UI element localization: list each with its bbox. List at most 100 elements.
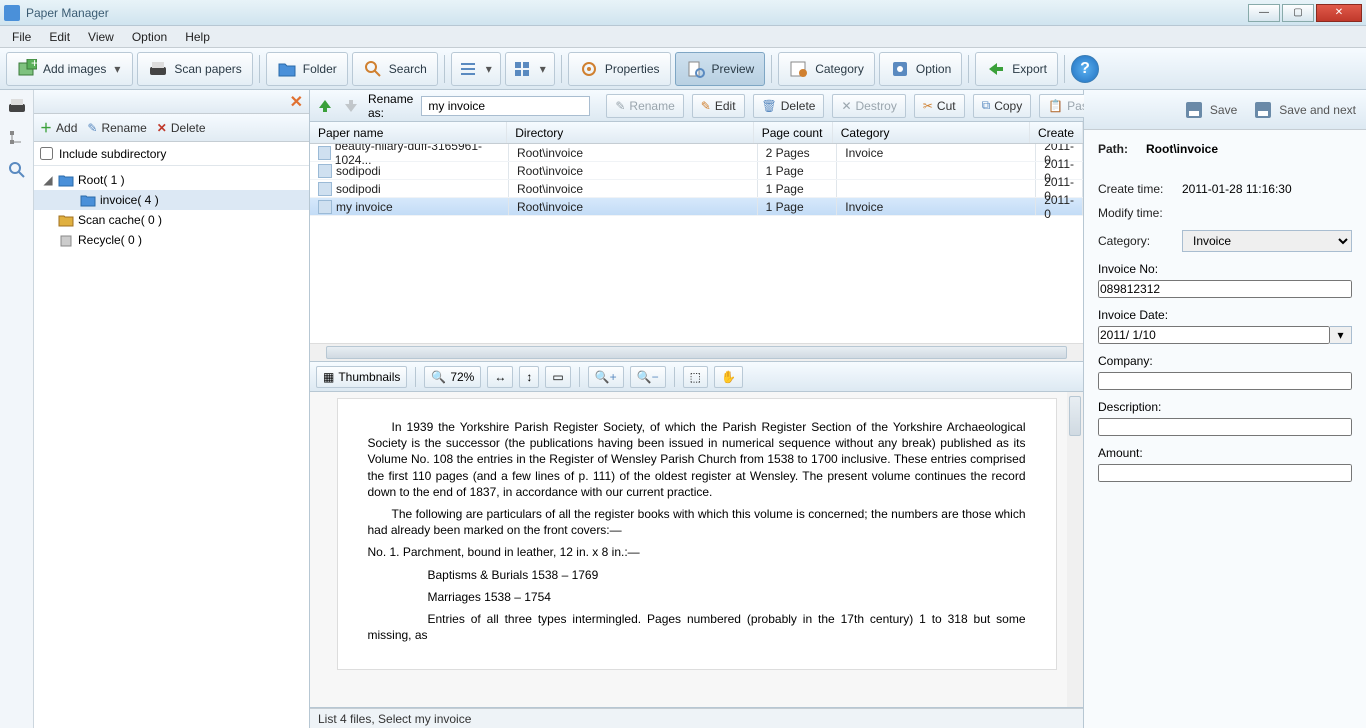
menu-help[interactable]: Help	[177, 28, 218, 46]
rename-folder-button[interactable]: ✎Rename	[87, 121, 146, 135]
maximize-button[interactable]: ▢	[1282, 4, 1314, 22]
list-view-button[interactable]: ▾	[451, 52, 501, 86]
close-panel-icon[interactable]: ✕	[290, 92, 303, 112]
down-arrow-icon[interactable]	[342, 97, 360, 115]
category-label: Category:	[1098, 234, 1174, 248]
tree-rail-icon[interactable]	[7, 128, 27, 148]
preview-button[interactable]: Preview	[675, 52, 766, 86]
delete-button[interactable]: 🗑Delete	[753, 94, 825, 118]
fit-page-button[interactable]: ▭	[545, 366, 570, 388]
add-folder-button[interactable]: ＋Add	[40, 119, 77, 136]
scanner-rail-icon[interactable]	[7, 96, 27, 116]
save-and-next-button[interactable]: Save and next	[1253, 100, 1356, 120]
window-buttons: — ▢ ✕	[1248, 4, 1362, 22]
destroy-button[interactable]: ✕Destroy	[832, 94, 905, 118]
description-row: Description:	[1098, 400, 1352, 436]
preview-paragraph: The following are particulars of all the…	[368, 506, 1026, 538]
search-rail-icon[interactable]	[7, 160, 27, 180]
thumbnails-button[interactable]: ▦Thumbnails	[316, 366, 407, 388]
preview-label: Preview	[712, 62, 755, 76]
rename-as-input[interactable]	[421, 96, 590, 116]
fit-width-button[interactable]: ↔	[487, 366, 513, 388]
rename-button[interactable]: ✎Rename	[606, 94, 683, 118]
invoice-date-input[interactable]	[1098, 326, 1330, 344]
folder-button[interactable]: Folder	[266, 52, 348, 86]
app-window: Paper Manager — ▢ ✕ File Edit View Optio…	[0, 0, 1366, 728]
delete-folder-button[interactable]: ✕Delete	[157, 121, 206, 135]
option-button[interactable]: Option	[879, 52, 962, 86]
help-button[interactable]: ?	[1071, 55, 1099, 83]
menu-option[interactable]: Option	[124, 28, 175, 46]
tree-recycle[interactable]: Recycle( 0 )	[34, 230, 309, 250]
hand-tool-button[interactable]: ✋	[714, 366, 743, 388]
search-button[interactable]: Search	[352, 52, 438, 86]
company-input[interactable]	[1098, 372, 1352, 390]
dropdown-icon[interactable]: ▾	[538, 62, 548, 76]
preview-vscroll[interactable]	[1067, 392, 1083, 707]
tree-invoice[interactable]: invoice( 4 )	[34, 190, 309, 210]
preview-area[interactable]: In 1939 the Yorkshire Parish Register So…	[310, 392, 1083, 708]
copy-button[interactable]: ⧉Copy	[973, 94, 1032, 118]
path-label: Path:	[1098, 142, 1138, 156]
grid-view-button[interactable]: ▾	[505, 52, 555, 86]
app-icon	[4, 5, 20, 21]
doc-icon	[318, 200, 332, 214]
up-arrow-icon[interactable]	[316, 97, 334, 115]
status-text: List 4 files, Select my invoice	[318, 712, 471, 726]
export-icon	[986, 59, 1006, 79]
modify-time-row: Modify time:	[1098, 206, 1352, 220]
thumbnails-icon: ▦	[323, 370, 334, 384]
tree-root[interactable]: ◢Root( 1 )	[34, 170, 309, 190]
zoom-button[interactable]: 🔍72%	[424, 366, 481, 388]
folder-icon	[58, 212, 74, 228]
search-label: Search	[389, 62, 427, 76]
edit-button[interactable]: ✎Edit	[692, 94, 745, 118]
menu-view[interactable]: View	[80, 28, 122, 46]
select-tool-button[interactable]: ⬚	[683, 366, 708, 388]
path-row: Path:Root\invoice	[1098, 142, 1352, 156]
plus-icon: ＋	[40, 119, 52, 136]
include-subdir-checkbox[interactable]	[40, 147, 53, 160]
dropdown-icon[interactable]: ▾	[112, 62, 122, 76]
hand-icon: ✋	[721, 370, 736, 384]
col-paper-name[interactable]: Paper name	[310, 122, 507, 143]
company-label: Company:	[1098, 354, 1352, 368]
left-panel-header: ✕	[34, 90, 309, 114]
minimize-button[interactable]: —	[1248, 4, 1280, 22]
scissors-icon: ✂	[923, 99, 933, 113]
table-row[interactable]: beauty-hilary-duff-3165961-1024...Root\i…	[310, 144, 1083, 162]
col-page-count[interactable]: Page count	[754, 122, 833, 143]
datepicker-icon[interactable]: ▾	[1330, 326, 1352, 344]
save-button[interactable]: Save	[1184, 100, 1237, 120]
description-input[interactable]	[1098, 418, 1352, 436]
tree-scan-cache[interactable]: Scan cache( 0 )	[34, 210, 309, 230]
table-row[interactable]: sodipodiRoot\invoice1 Page2011-0	[310, 180, 1083, 198]
fit-height-button[interactable]: ↕	[519, 366, 539, 388]
export-button[interactable]: Export	[975, 52, 1058, 86]
add-images-button[interactable]: + Add images ▾	[6, 52, 133, 86]
zoom-in-button[interactable]: 🔍+	[588, 366, 624, 388]
invoice-no-input[interactable]	[1098, 280, 1352, 298]
col-create[interactable]: Create	[1030, 122, 1083, 143]
cut-button[interactable]: ✂Cut	[914, 94, 965, 118]
dropdown-icon[interactable]: ▾	[484, 62, 494, 76]
folder-icon	[80, 192, 96, 208]
menu-file[interactable]: File	[4, 28, 39, 46]
grid-hscroll[interactable]	[310, 343, 1083, 361]
zoom-icon: 🔍	[431, 370, 446, 384]
col-category[interactable]: Category	[833, 122, 1030, 143]
properties-button[interactable]: Properties	[568, 52, 671, 86]
menu-edit[interactable]: Edit	[41, 28, 78, 46]
zoom-out-button[interactable]: 🔍−	[630, 366, 666, 388]
category-button[interactable]: Category	[778, 52, 875, 86]
scan-papers-button[interactable]: Scan papers	[137, 52, 252, 86]
menubar: File Edit View Option Help	[0, 26, 1366, 48]
col-directory[interactable]: Directory	[507, 122, 753, 143]
center-pane: Rename as: ✎Rename ✎Edit 🗑Delete ✕Destro…	[310, 90, 1084, 728]
close-button[interactable]: ✕	[1316, 4, 1362, 22]
table-row[interactable]: sodipodiRoot\invoice1 Page2011-0	[310, 162, 1083, 180]
table-row[interactable]: my invoiceRoot\invoice1 PageInvoice2011-…	[310, 198, 1083, 216]
category-select[interactable]: Invoice	[1182, 230, 1352, 252]
option-label: Option	[916, 62, 951, 76]
amount-input[interactable]	[1098, 464, 1352, 482]
